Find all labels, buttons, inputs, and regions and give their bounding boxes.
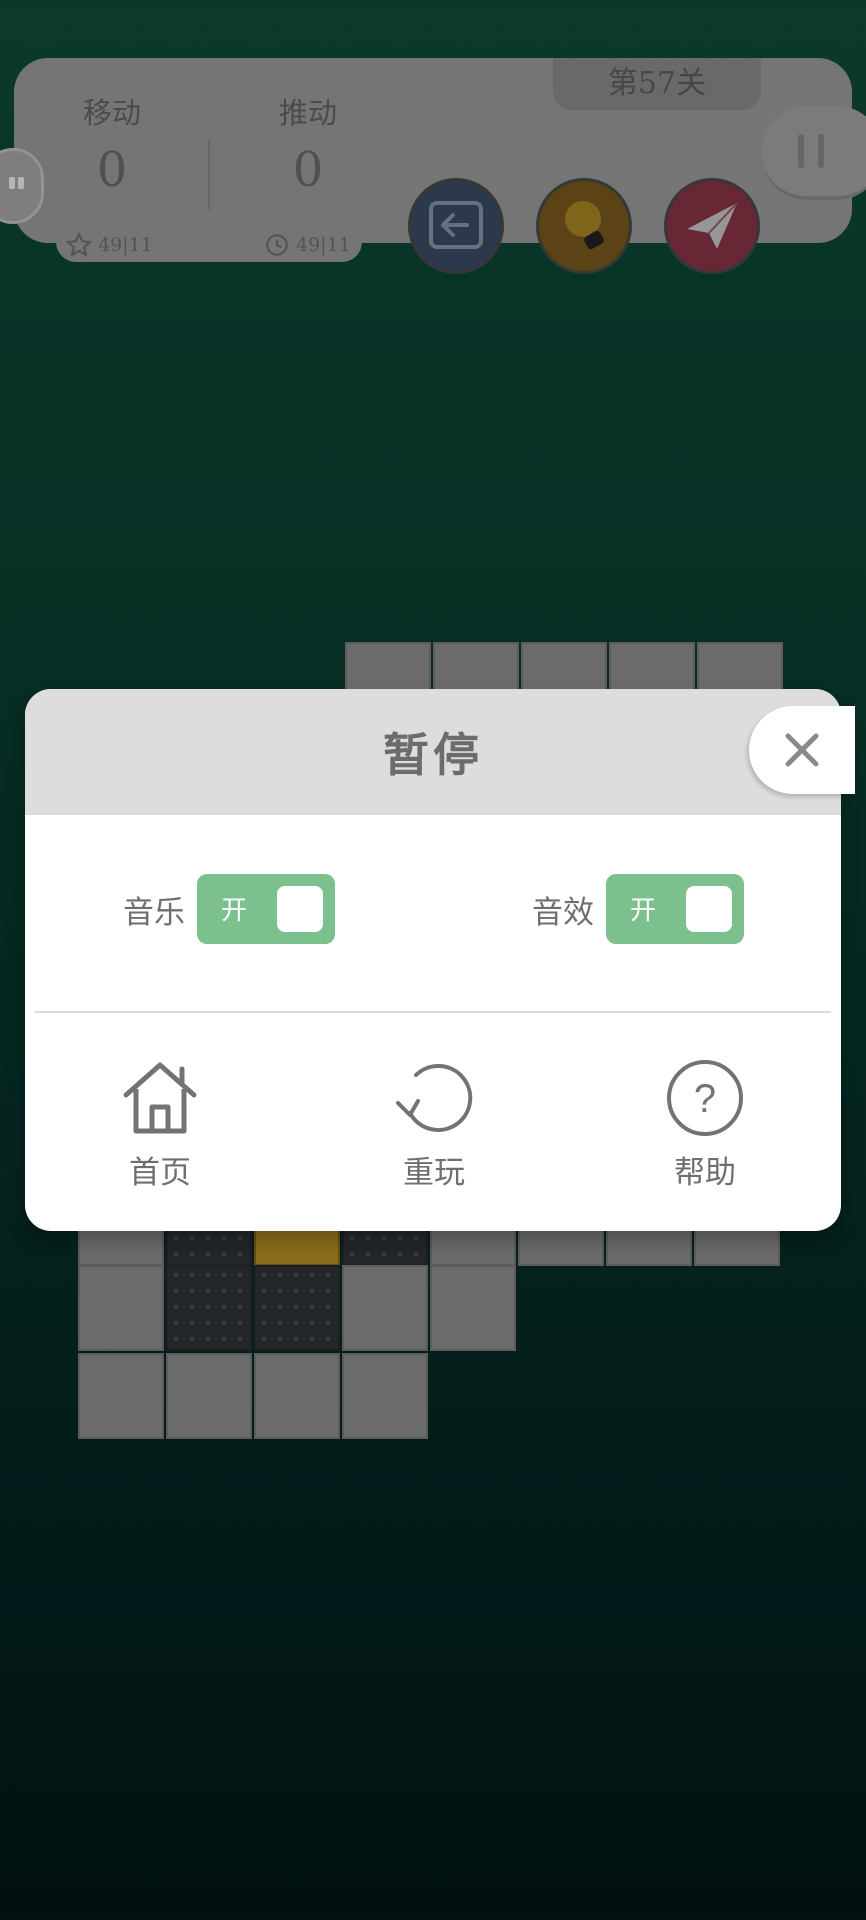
help-label: 帮助 [674, 1155, 736, 1191]
dots-icon [9, 177, 24, 189]
pause-button[interactable] [762, 106, 866, 200]
back-icon [429, 201, 483, 249]
board-tile [166, 1353, 252, 1439]
floor-tile [254, 1265, 340, 1351]
star-icon [66, 232, 92, 257]
music-label: 音乐 [123, 895, 185, 931]
pause-dialog: 暂停 音乐 开 音效 开 首页 重玩 ? 帮助 [25, 689, 855, 1231]
close-icon [785, 733, 819, 767]
home-icon [123, 1062, 197, 1134]
clock-icon [266, 234, 288, 256]
home-label: 首页 [129, 1155, 191, 1191]
pushes-label: 推动 [278, 96, 337, 130]
floor-tile [166, 1265, 252, 1351]
replay-label: 重玩 [403, 1155, 465, 1191]
share-button[interactable] [664, 178, 760, 274]
board-tile [78, 1265, 164, 1351]
home-button[interactable]: 首页 [90, 1059, 230, 1192]
dialog-divider [35, 1011, 831, 1013]
moves-best: 49|11 [66, 228, 153, 262]
board-tile [78, 1353, 164, 1439]
sound-label: 音效 [532, 895, 594, 931]
paper-plane-icon [687, 202, 738, 249]
svg-text:?: ? [694, 1077, 716, 1121]
board-tile [342, 1265, 428, 1351]
board-tile [254, 1353, 340, 1439]
sound-toggle[interactable]: 开 [606, 874, 744, 944]
pause-icon [798, 134, 824, 168]
help-button[interactable]: ? 帮助 [635, 1059, 775, 1192]
toggle-knob [686, 886, 732, 932]
moves-label: 移动 [82, 96, 141, 130]
moves-value: 0 [96, 142, 128, 198]
pushes-best: 49|11 [264, 228, 351, 262]
replay-button[interactable]: 重玩 [364, 1059, 504, 1192]
help-icon: ? [667, 1060, 743, 1136]
music-toggle-text: 开 [221, 896, 248, 926]
undo-button[interactable] [408, 178, 504, 274]
board-tile [342, 1353, 428, 1439]
music-toggle[interactable]: 开 [197, 874, 335, 944]
pushes-value: 0 [292, 142, 324, 198]
hud-divider [208, 140, 210, 210]
hint-bulb-icon [565, 201, 604, 250]
moves-best-text: 49|11 [98, 234, 153, 256]
close-button[interactable] [749, 706, 855, 794]
dialog-title: 暂停 [383, 728, 483, 782]
level-indicator: 第57关 [553, 58, 761, 110]
hint-button[interactable] [536, 178, 632, 274]
sound-toggle-text: 开 [630, 896, 657, 926]
board-tile [430, 1265, 516, 1351]
replay-icon [396, 1064, 473, 1132]
toggle-knob [277, 886, 323, 932]
pushes-best-text: 49|11 [296, 234, 351, 256]
